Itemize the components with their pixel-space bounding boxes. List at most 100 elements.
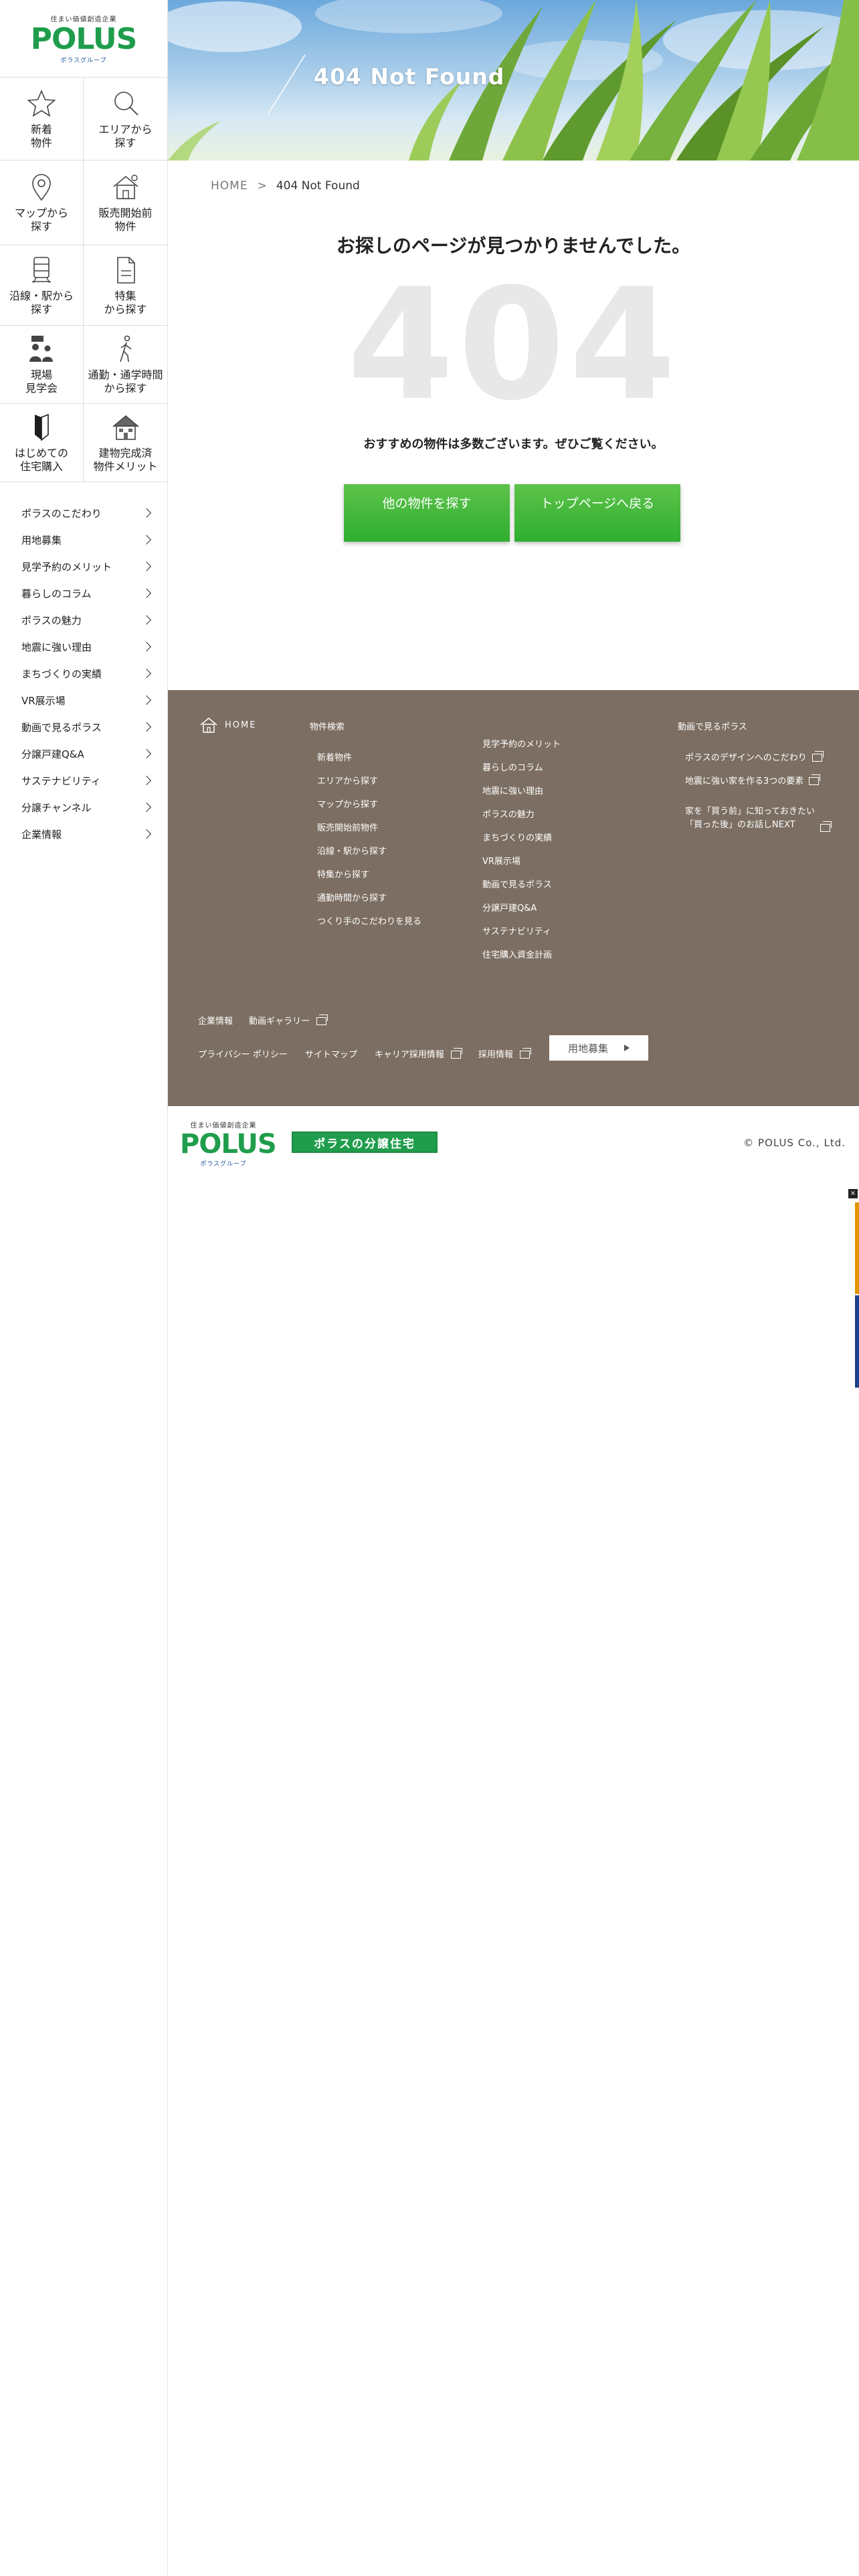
footer-bottom-label: サイトマップ <box>304 1050 357 1060</box>
footer-link-column[interactable]: 暮らしのコラム <box>482 762 561 785</box>
footer-sitemap-link[interactable]: サイトマップ <box>305 1047 357 1060</box>
footer-link-area[interactable]: エリアから探す <box>317 775 421 798</box>
sidebar-item-channel[interactable]: 分譲チャンネル <box>0 794 167 821</box>
tile-pre-sale[interactable]: 販売開始前 物件 <box>84 160 167 245</box>
tile-completed-merit[interactable]: 建物完成済 物件メリット <box>84 404 167 482</box>
logo-wordmark: POLUS <box>180 1131 277 1158</box>
footer-link-new[interactable]: 新着物件 <box>317 752 421 775</box>
tile-commute-time[interactable]: 通勤・通学時間 から探す <box>84 326 167 404</box>
tile-label: 特集 から探す <box>104 289 147 316</box>
tile-first-purchase[interactable]: はじめての 住宅購入 <box>0 404 84 482</box>
footer-link-map[interactable]: マップから探す <box>317 798 421 822</box>
sidebar-item-earthquake[interactable]: 地震に強い理由 <box>0 633 167 660</box>
tile-label: 建物完成済 物件メリット <box>93 447 158 473</box>
beginner-mark-icon <box>35 413 49 441</box>
footer-link-qa[interactable]: 分譲戸建Q&A <box>482 902 561 926</box>
error-code: 404 <box>347 256 680 435</box>
external-window-icon <box>519 1048 531 1059</box>
sidebar-item-label: 分譲チャンネル <box>21 801 92 814</box>
footer-link-pre-sale[interactable]: 販売開始前物件 <box>317 822 421 845</box>
sidebar-item-company[interactable]: 企業情報 <box>0 821 167 847</box>
chevron-right-icon <box>141 722 152 732</box>
footer-video-link-before-after[interactable]: 家を「買う前」に知っておきたい 「買った後」のお話しNEXT <box>685 798 832 832</box>
sidebar-item-sustainability[interactable]: サステナビリティ <box>0 767 167 794</box>
tile-area-search[interactable]: エリアから 探す <box>84 78 167 160</box>
sidebar-item-kodawari[interactable]: ポラスのこだわり <box>0 500 167 526</box>
search-other-properties-button[interactable]: 他の物件を探す <box>344 484 510 542</box>
site-logo[interactable]: 住まい価値創造企業 POLUS ポラスグループ <box>0 0 167 78</box>
footer-video-label: ポラスのデザインへのこだわり <box>685 753 807 763</box>
sidebar-item-town-planning[interactable]: まちづくりの実績 <box>0 660 167 687</box>
home-icon <box>200 718 217 733</box>
sidebar-item-land-wanted[interactable]: 用地募集 <box>0 526 167 553</box>
sidebar-item-label: 用地募集 <box>21 534 62 546</box>
back-to-top-button[interactable]: トップページへ戻る <box>514 484 680 542</box>
people-icon <box>29 336 53 362</box>
tile-new-properties[interactable]: 新着 物件 <box>0 78 84 160</box>
sidebar-item-label: 分譲戸建Q&A <box>21 748 84 760</box>
breadcrumb: HOME > 404 Not Found <box>211 179 360 193</box>
chevron-right-icon <box>141 802 152 813</box>
chevron-right-icon <box>141 588 152 599</box>
floating-tab-orange[interactable] <box>855 1202 859 1294</box>
land-wanted-button[interactable]: 用地募集 <box>549 1035 648 1061</box>
chevron-right-icon <box>141 668 152 679</box>
footer-home-link[interactable]: HOME <box>199 717 256 733</box>
footer-link-videos[interactable]: 動画で見るポラス <box>482 879 561 902</box>
map-pin-icon <box>32 174 51 201</box>
tile-map-search[interactable]: マップから 探す <box>0 160 84 245</box>
footer-bottom-row-1: 企業情報 動画ギャラリー <box>198 1014 328 1027</box>
sidebar-item-living-column[interactable]: 暮らしのコラム <box>0 580 167 607</box>
footer-link-vr[interactable]: VR展示場 <box>482 855 561 879</box>
footer-link-town[interactable]: まちづくりの実績 <box>482 832 561 855</box>
chevron-right-icon <box>141 534 152 545</box>
footer-privacy-link[interactable]: プライバシー ポリシー <box>198 1047 288 1060</box>
sidebar-item-vr-showroom[interactable]: VR展示場 <box>0 687 167 714</box>
footer-bottom-label: 採用情報 <box>478 1050 513 1060</box>
sidebar-item-label: 動画で見るポラス <box>21 721 102 734</box>
footer-link-funding[interactable]: 住宅購入資金計画 <box>482 949 561 972</box>
tile-line-station[interactable]: 沿線・駅から 探す <box>0 245 84 326</box>
footer-career-link[interactable]: キャリア採用情報 <box>375 1047 462 1060</box>
sidebar-item-visit-merit[interactable]: 見学予約のメリット <box>0 553 167 580</box>
walking-person-icon <box>119 335 131 362</box>
breadcrumb-home-link[interactable]: HOME <box>211 179 248 193</box>
footer-link-makers[interactable]: つくり手のこだわりを見る <box>317 916 421 939</box>
breadcrumb-current: 404 Not Found <box>276 179 360 193</box>
footer-link-appeal[interactable]: ポラスの魅力 <box>482 809 561 832</box>
polus-housing-logo[interactable]: ポラスの分譲住宅 <box>292 1132 438 1153</box>
floating-tab-blue[interactable] <box>855 1295 859 1388</box>
footer-video-link-design[interactable]: ポラスのデザインへのこだわり <box>685 751 830 775</box>
copyright: © POLUS Co., Ltd. <box>743 1137 846 1149</box>
external-window-icon <box>820 821 832 832</box>
external-window-icon <box>809 774 821 785</box>
chevron-right-icon <box>141 641 152 652</box>
floating-close-button[interactable]: × <box>848 1189 858 1198</box>
footer-link-earthquake[interactable]: 地震に強い理由 <box>482 785 561 809</box>
sidebar-menu: ポラスのこだわり 用地募集 見学予約のメリット 暮らしのコラム ポラスの魅力 地… <box>0 500 167 847</box>
grass-background-image <box>168 0 859 160</box>
footer-link-commute[interactable]: 通勤時間から探す <box>317 892 421 916</box>
footer-video-link-earthquake[interactable]: 地震に強い家を作る3つの要素 <box>685 774 830 798</box>
footer-video-gallery-link[interactable]: 動画ギャラリー <box>249 1014 328 1027</box>
chevron-right-icon <box>141 508 152 518</box>
site-footer: HOME 物件検索 新着物件 エリアから探す マップから探す 販売開始前物件 沿… <box>168 690 859 1106</box>
sidebar-item-qa[interactable]: 分譲戸建Q&A <box>0 740 167 767</box>
footer-recruit-link[interactable]: 採用情報 <box>478 1047 531 1060</box>
footer-company-link[interactable]: 企業情報 <box>198 1014 233 1027</box>
sidebar-item-appeal[interactable]: ポラスの魅力 <box>0 607 167 633</box>
sidebar-tile-grid: 新着 物件 エリアから 探す マップから 探す 販売開始前 物件 沿線・駅から … <box>0 78 167 482</box>
footer-logo[interactable]: 住まい価値創造企業 POLUS ポラスグループ <box>180 1119 277 1168</box>
hero-banner: 404 Not Found <box>168 0 859 160</box>
tile-site-tour[interactable]: 現場 見学会 <box>0 326 84 404</box>
footer-link-visit-merit[interactable]: 見学予約のメリット <box>482 738 561 762</box>
footer-link-sustainability[interactable]: サステナビリティ <box>482 926 561 949</box>
footer-link-line-station[interactable]: 沿線・駅から探す <box>317 845 421 869</box>
logo-text: POLUS <box>180 1129 277 1160</box>
footer-video-label: 家を「買う前」に知っておきたい 「買った後」のお話しNEXT <box>685 807 815 830</box>
footer-link-features[interactable]: 特集から探す <box>317 869 421 892</box>
hero-title: 404 Not Found <box>314 64 505 90</box>
tile-features[interactable]: 特集 から探す <box>84 245 167 326</box>
sidebar-item-videos[interactable]: 動画で見るポラス <box>0 714 167 740</box>
footer-bottom-row-2: プライバシー ポリシー サイトマップ キャリア採用情報 採用情報 <box>198 1047 531 1060</box>
